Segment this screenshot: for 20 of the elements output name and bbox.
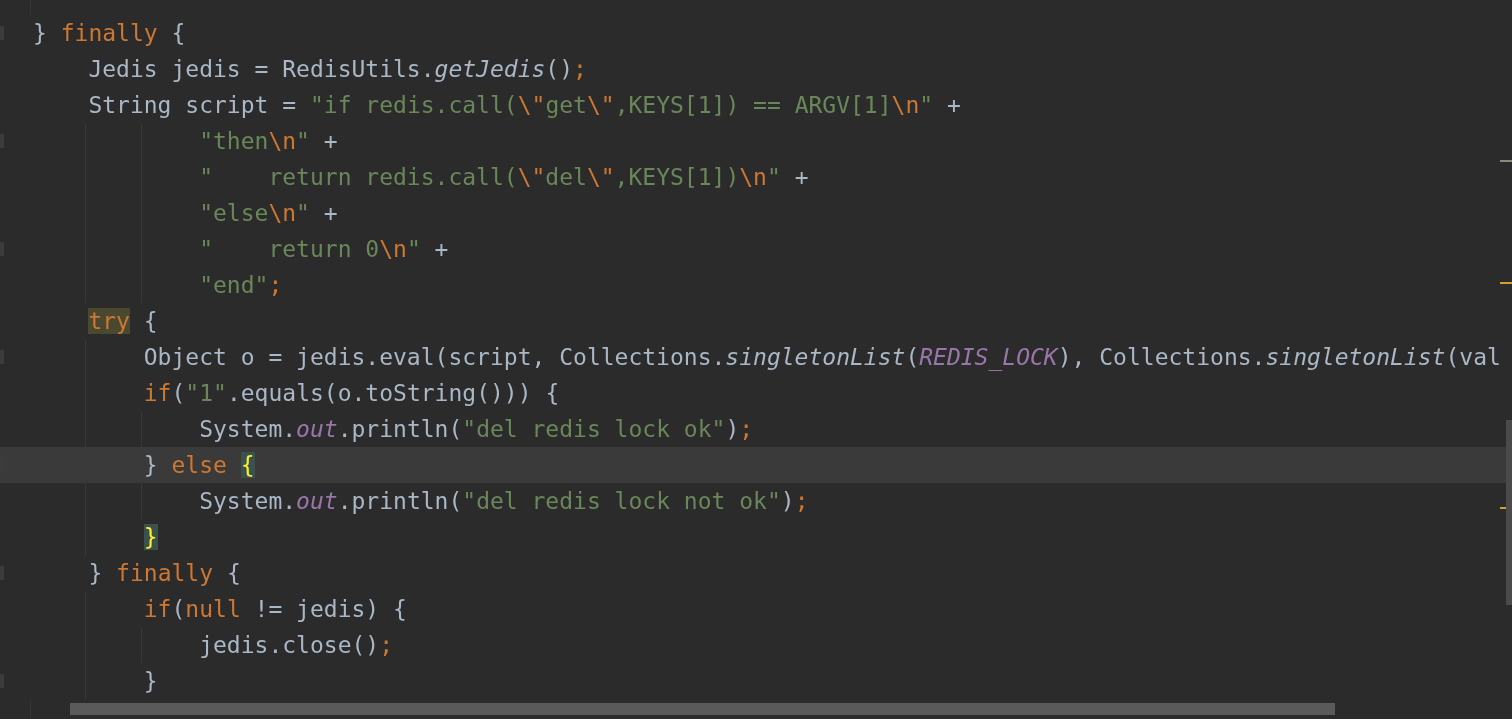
code-line: } else {: [142, 451, 255, 480]
code-line: try {: [87, 307, 158, 336]
code-line: }: [142, 667, 158, 696]
code-line: " return 0\n" +: [198, 235, 449, 264]
code-line: Object o = jedis.eval(script, Collections.singletonList(REDIS_LOCK), Collections.singletonList(val: [142, 343, 1501, 372]
code-line: jedis.close();: [198, 631, 394, 660]
code-line: System.out.println("del redis lock not ok");: [198, 487, 809, 516]
vertical-scrollbar[interactable]: [1506, 420, 1512, 605]
code-line: } finally {: [33, 19, 186, 48]
horizontal-scrollbar[interactable]: [70, 703, 1335, 715]
code-line: Jedis jedis = RedisUtils.getJedis();: [87, 55, 587, 84]
code-line: "end";: [198, 271, 283, 300]
code-line: System.out.println("del redis lock ok");: [198, 415, 754, 444]
code-line: } finally {: [87, 559, 241, 588]
code-line: "else\n" +: [198, 199, 338, 228]
code-line: " return redis.call(\"del\",KEYS[1])\n" +: [198, 163, 809, 192]
code-line: "then\n" +: [198, 127, 338, 156]
code-line: String script = "if redis.call(\"get\",KEYS[1]) == ARGV[1]\n" +: [87, 91, 961, 120]
code-line: if("1".equals(o.toString())) {: [142, 379, 560, 408]
code-line: if(null != jedis) {: [142, 595, 407, 624]
